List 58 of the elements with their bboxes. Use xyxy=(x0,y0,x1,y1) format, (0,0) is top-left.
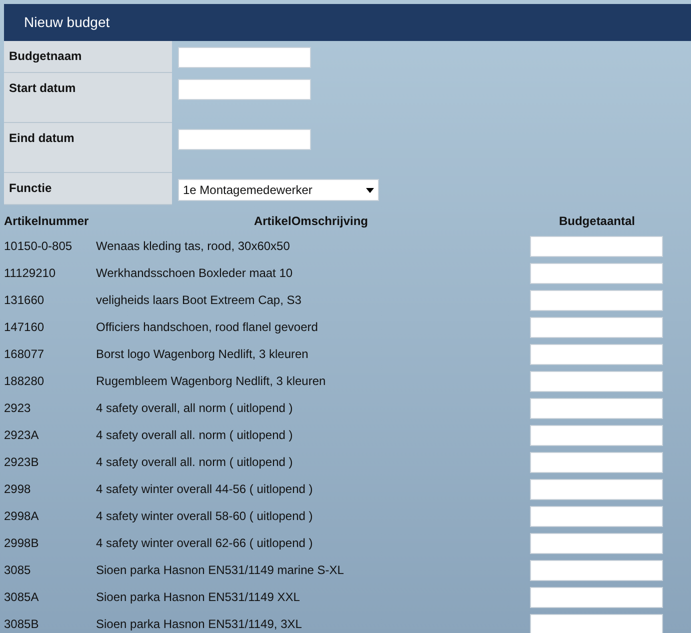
table-cell: 147160 xyxy=(4,320,44,335)
field-label: Start datum xyxy=(4,73,172,123)
table-cell: 168077 xyxy=(4,347,44,362)
column-header: Artikelnummer xyxy=(4,214,89,228)
column-header: Budgetaantal xyxy=(558,214,635,228)
caret-icon xyxy=(366,188,374,192)
field-label: Budgetnaam xyxy=(4,41,172,73)
input-field[interactable] xyxy=(530,344,663,365)
field-label: Functie xyxy=(4,173,172,205)
input-field[interactable] xyxy=(530,398,663,419)
input-field[interactable] xyxy=(530,587,663,608)
table-cell: Sioen parka Hasnon EN531/1149 marine S-XL xyxy=(96,563,344,578)
table-cell: Sioen parka Hasnon EN531/1149 XXL xyxy=(96,590,300,605)
input-field[interactable] xyxy=(530,452,663,473)
table-cell: 4 safety overall all. norm ( uitlopend ) xyxy=(96,455,293,470)
table-cell: 4 safety overall, all norm ( uitlopend ) xyxy=(96,401,293,416)
table-cell: 3085 xyxy=(4,563,31,578)
table-cell: 4 safety winter overall 62-66 ( uitlopend ) xyxy=(96,536,313,551)
table-cell: 2923 xyxy=(4,401,31,416)
table-cell: 2998 xyxy=(4,482,31,497)
input-field[interactable] xyxy=(178,47,311,68)
input-field[interactable] xyxy=(530,614,663,633)
table-cell: 131660 xyxy=(4,293,44,308)
input-field[interactable] xyxy=(530,371,663,392)
table-cell: Werkhandsschoen Boxleder maat 10 xyxy=(96,266,293,281)
table-cell: 2923B xyxy=(4,455,39,470)
table-cell: 4 safety overall all. norm ( uitlopend ) xyxy=(96,428,293,443)
input-field[interactable] xyxy=(530,479,663,500)
input-field[interactable] xyxy=(530,290,663,311)
input-field[interactable] xyxy=(530,236,663,257)
input-field[interactable] xyxy=(530,263,663,284)
table-cell: 3085A xyxy=(4,590,39,605)
table-cell: Wenaas kleding tas, rood, 30x60x50 xyxy=(96,239,290,254)
input-field[interactable] xyxy=(178,79,311,100)
table-cell: veligheids laars Boot Extreem Cap, S3 xyxy=(96,293,302,308)
input-field[interactable] xyxy=(530,317,663,338)
table-cell: Rugembleem Wagenborg Nedlift, 3 kleuren xyxy=(96,374,326,389)
input-field[interactable] xyxy=(530,506,663,527)
table-cell: 11129210 xyxy=(4,266,56,281)
table-cell: 2998A xyxy=(4,509,39,524)
input-field[interactable] xyxy=(178,129,311,150)
page-header: Nieuw budget xyxy=(4,4,691,41)
table-cell: 2923A xyxy=(4,428,39,443)
table-cell: Officiers handschoen, rood flanel gevoerd xyxy=(96,320,318,335)
input-field[interactable] xyxy=(530,533,663,554)
table-cell: 4 safety winter overall 44-56 ( uitlopend ) xyxy=(96,482,313,497)
input-field[interactable] xyxy=(530,425,663,446)
table-cell: 3085B xyxy=(4,617,39,632)
table-cell: 188280 xyxy=(4,374,44,389)
field-label: Eind datum xyxy=(4,123,172,173)
table-cell: 4 safety winter overall 58-60 ( uitlopend ) xyxy=(96,509,313,524)
table-cell: 2998B xyxy=(4,536,39,551)
table-cell: Sioen parka Hasnon EN531/1149, 3XL xyxy=(96,617,302,632)
column-header: ArtikelOmschrijving xyxy=(254,214,368,228)
table-cell: 10150-0-805 xyxy=(4,239,72,254)
input-field[interactable] xyxy=(530,560,663,581)
table-cell: Borst logo Wagenborg Nedlift, 3 kleuren xyxy=(96,347,308,362)
dropdown[interactable]: 1e Montagemedewerker xyxy=(178,179,379,201)
